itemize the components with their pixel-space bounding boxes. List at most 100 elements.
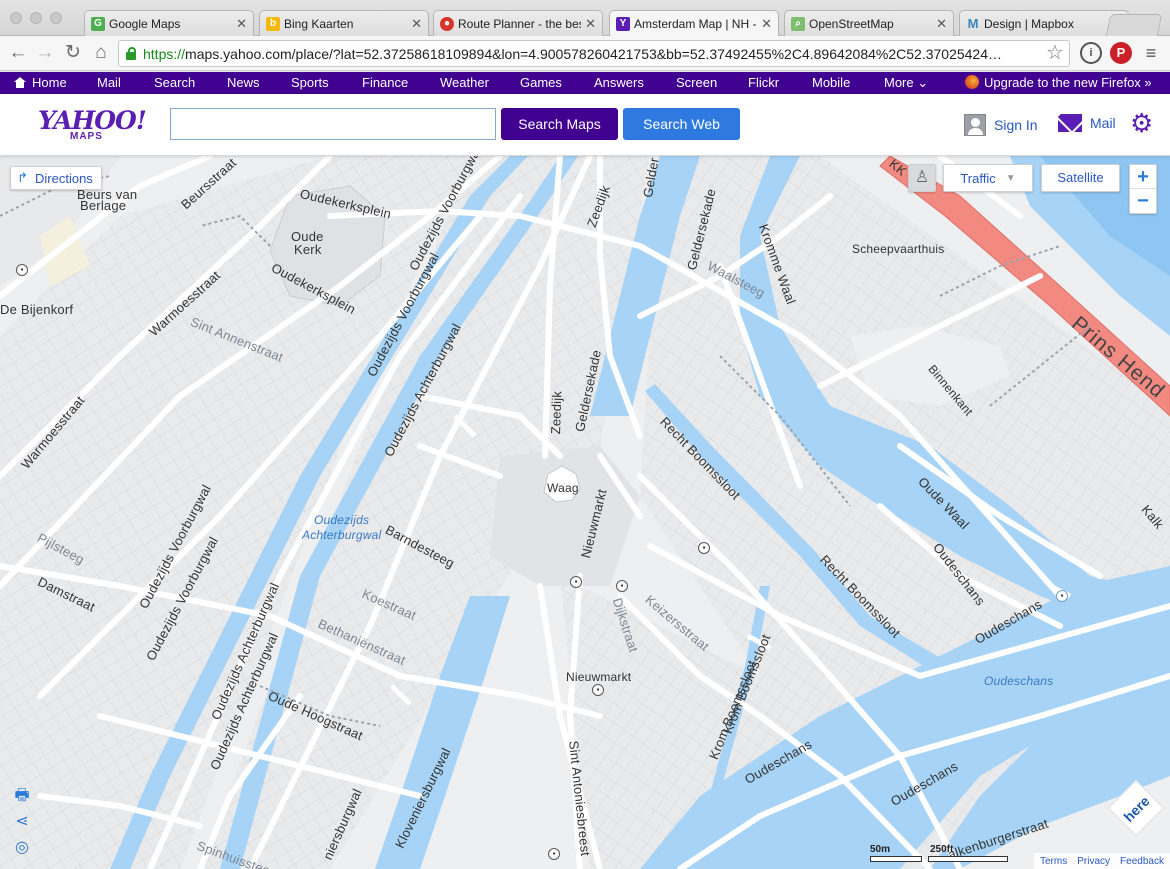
nav-search[interactable]: Search [154, 72, 195, 94]
share-icon[interactable]: ⋖ [12, 812, 32, 832]
tram-stop-icon[interactable]: ▪ [16, 264, 28, 276]
url-scheme: https:// [143, 45, 186, 62]
metro-icon[interactable]: ▪ [616, 580, 628, 592]
directions-button[interactable]: ↱ Directions [10, 166, 102, 190]
new-tab-button[interactable] [1105, 14, 1163, 36]
browser-tab-bar: G Google Maps ✕ b Bing Kaarten ✕ ● Route… [0, 0, 1170, 37]
feedback-link[interactable]: Feedback [1120, 856, 1164, 867]
tab-label: OpenStreetMap [809, 16, 894, 31]
forward-arrow-icon[interactable]: → [33, 40, 57, 66]
bing-icon: b [266, 16, 280, 31]
yahoo-icon: Y [616, 17, 630, 31]
search-maps-button[interactable]: Search Maps [501, 108, 618, 140]
user-icon [964, 114, 986, 136]
close-window-button[interactable] [10, 12, 22, 24]
close-tab-icon[interactable]: ✕ [236, 16, 247, 32]
menu-icon[interactable]: ≡ [1140, 42, 1162, 64]
tab-amsterdam-map[interactable]: Y Amsterdam Map | NH - ✕ [609, 10, 779, 37]
street-view-pegman-icon[interactable]: ♙ [908, 164, 936, 192]
scale-feet-label: 250ft [930, 844, 954, 855]
tab-openstreetmap[interactable]: ⌕ OpenStreetMap ✕ [784, 10, 954, 36]
minimize-window-button[interactable] [30, 12, 42, 24]
label-nieuwmarkt-2: Nieuwmarkt [566, 670, 632, 684]
tab-label: Design | Mapbox [984, 16, 1074, 31]
search-input[interactable] [170, 108, 496, 140]
directions-arrow-icon: ↱ [17, 170, 28, 185]
tab-route-planner[interactable]: ● Route Planner - the bes ✕ [433, 10, 603, 36]
chevron-down-icon: ⌄ [917, 75, 929, 90]
close-tab-icon[interactable]: ✕ [411, 16, 422, 32]
tab-bing-kaarten[interactable]: b Bing Kaarten ✕ [259, 10, 429, 36]
home-icon[interactable]: ⌂ [89, 40, 113, 66]
zoom-out-button[interactable]: − [1130, 189, 1156, 213]
mail-link[interactable]: Mail [1058, 114, 1116, 132]
nav-mobile[interactable]: Mobile [812, 72, 850, 94]
nav-news[interactable]: News [227, 72, 260, 94]
close-tab-icon[interactable]: ✕ [585, 16, 596, 32]
gear-icon[interactable]: ⚙ [1130, 109, 1153, 137]
maps-logo-subtitle: MAPS [70, 131, 103, 142]
tab-label: Amsterdam Map | NH - [634, 17, 757, 31]
close-tab-icon[interactable]: ✕ [761, 16, 772, 32]
metro-station-icon[interactable]: ▪ [592, 684, 604, 696]
print-icon[interactable]: 🖶 [12, 786, 32, 806]
nav-home[interactable]: Home [14, 72, 67, 94]
scale-bar-feet [928, 856, 1008, 862]
nav-more[interactable]: More ⌄ [884, 72, 928, 94]
map-base-layer [0, 156, 1170, 869]
locate-me-icon[interactable]: ◎ [12, 838, 32, 858]
search-web-button[interactable]: Search Web [623, 108, 740, 140]
metro-icon[interactable]: ▪ [548, 848, 560, 860]
privacy-link[interactable]: Privacy [1077, 856, 1110, 867]
info-icon[interactable]: i [1080, 42, 1102, 64]
maps-header: YAHOO! MAPS Search Maps Search Web Sign … [0, 94, 1170, 156]
label-oz-water-2: Achterburgwal [302, 528, 382, 542]
label-oudeschans-water: Oudeschans [984, 674, 1054, 688]
route-planner-icon: ● [440, 16, 454, 31]
map-canvas[interactable]: Beurs van Berlage Beursstraat Oudekerksp… [0, 156, 1170, 869]
nav-finance[interactable]: Finance [362, 72, 408, 94]
nav-answers[interactable]: Answers [594, 72, 644, 94]
label-waag: Waag [547, 481, 579, 495]
tab-mapbox[interactable]: M Design | Mapbox ✕ [959, 10, 1129, 36]
sign-in-link[interactable]: Sign In [964, 114, 1038, 136]
marina-icon[interactable]: ▪ [1056, 590, 1068, 602]
nav-mail[interactable]: Mail [97, 72, 121, 94]
zoom-control: + − [1129, 164, 1157, 214]
url-text: maps.yahoo.com/place/?lat=52.37258618109… [185, 45, 1003, 62]
home-icon [14, 77, 26, 88]
nav-weather[interactable]: Weather [440, 72, 489, 94]
reload-icon[interactable]: ↻ [61, 40, 85, 66]
map-footer-links: Terms Privacy Feedback [1034, 853, 1170, 869]
metro-icon[interactable]: ▪ [698, 542, 710, 554]
close-tab-icon[interactable]: ✕ [936, 16, 947, 32]
pinterest-icon[interactable]: P [1110, 42, 1132, 64]
nav-screen[interactable]: Screen [676, 72, 717, 94]
label-zeedijk-2: Zeedijk [548, 390, 565, 435]
back-arrow-icon[interactable]: ← [6, 40, 30, 66]
terms-link[interactable]: Terms [1040, 856, 1067, 867]
google-maps-icon: G [91, 16, 105, 31]
tab-label: Route Planner - the bes [458, 16, 582, 31]
zoom-window-button[interactable] [50, 12, 62, 24]
url-bar[interactable]: https:// maps.yahoo.com/place/?lat=52.37… [118, 40, 1070, 67]
label-de-bijenkorf: De Bijenkorf [0, 302, 74, 317]
zoom-in-button[interactable]: + [1130, 165, 1156, 189]
lock-icon [125, 47, 137, 60]
tab-google-maps[interactable]: G Google Maps ✕ [84, 10, 254, 36]
mail-icon [1058, 114, 1082, 132]
openstreetmap-icon: ⌕ [791, 16, 805, 31]
tab-label: Google Maps [109, 16, 181, 31]
nav-flickr[interactable]: Flickr [748, 72, 779, 94]
label-scheepvaarthuis: Scheepvaarthuis [852, 242, 945, 256]
firefox-icon [965, 75, 979, 89]
label-berlage: Berlage [80, 198, 127, 213]
satellite-button[interactable]: Satellite [1041, 164, 1120, 192]
bookmark-star-icon[interactable]: ☆ [1046, 42, 1064, 64]
nav-sports[interactable]: Sports [291, 72, 329, 94]
traffic-dropdown[interactable]: Traffic ▼ [943, 164, 1033, 192]
metro-icon[interactable]: ▪ [570, 576, 582, 588]
upgrade-firefox-link[interactable]: Upgrade to the new Firefox » [965, 72, 1152, 94]
directions-label: Directions [35, 170, 93, 186]
nav-games[interactable]: Games [520, 72, 562, 94]
